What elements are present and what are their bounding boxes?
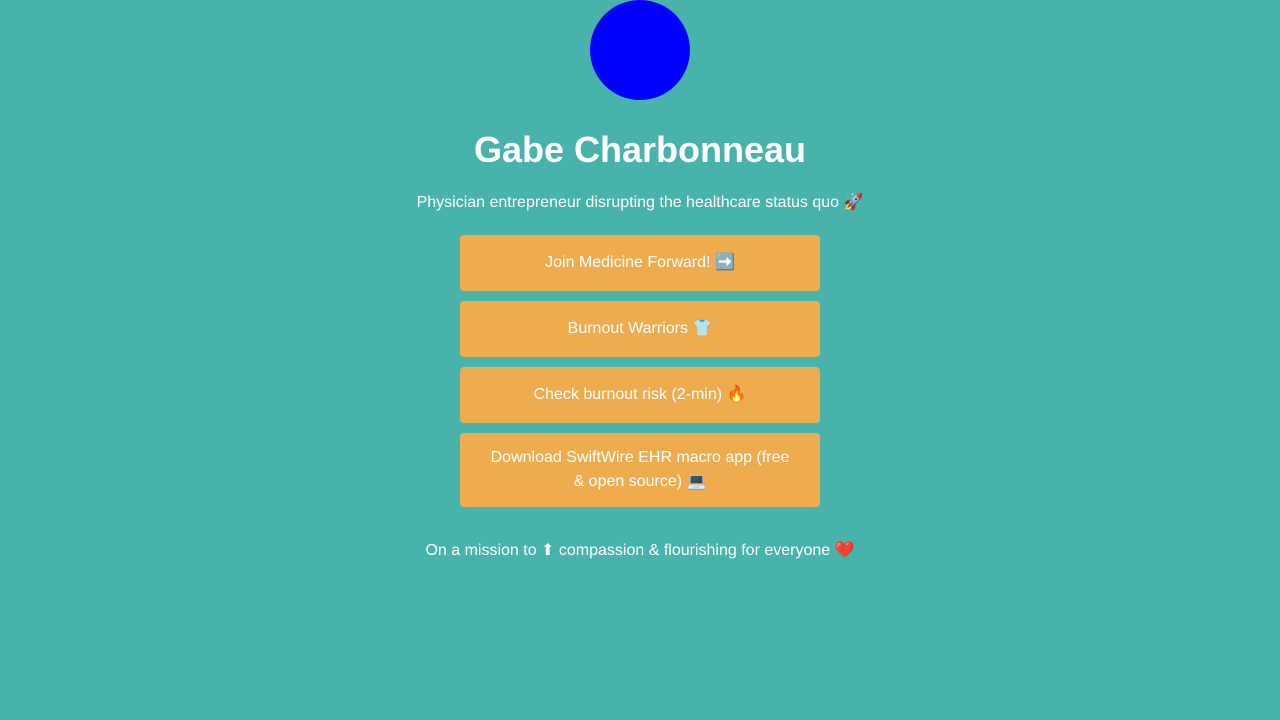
link-list: Join Medicine Forward! ➡️ Burnout Warrio…: [460, 235, 820, 517]
profile-name: Gabe Charbonneau: [473, 129, 807, 170]
link-check-burnout-risk[interactable]: Check burnout risk (2-min) 🔥: [460, 367, 820, 423]
footer-mission-text: On a mission to ⬆ compassion & flourishi…: [425, 542, 855, 559]
profile-page: Gabe Charbonneau Physician entrepreneur …: [0, 0, 1280, 720]
link-burnout-warriors[interactable]: Burnout Warriors 👕: [460, 301, 820, 357]
link-download-swiftwire[interactable]: Download SwiftWire EHR macro app (free &…: [460, 433, 820, 507]
profile-bio: Physician entrepreneur disrupting the he…: [416, 194, 864, 211]
link-join-medicine-forward[interactable]: Join Medicine Forward! ➡️: [460, 235, 820, 291]
avatar: [590, 0, 690, 100]
